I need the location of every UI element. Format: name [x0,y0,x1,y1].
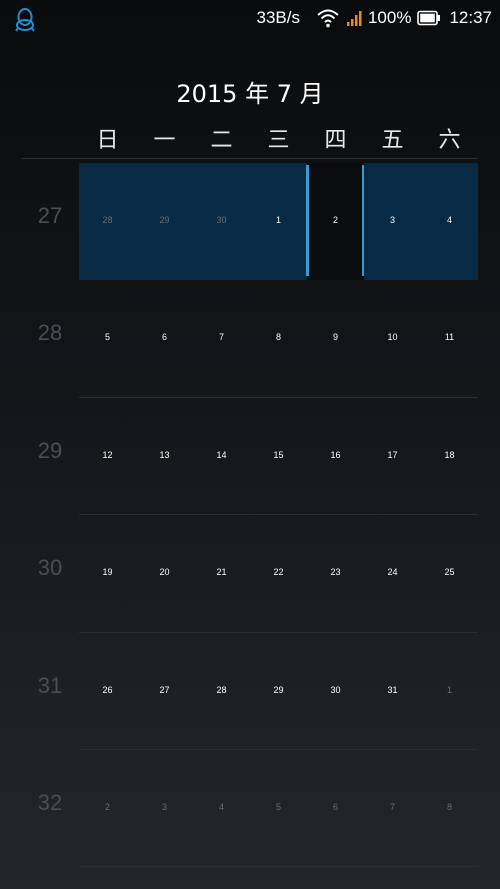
day-cell[interactable]: 3 [136,750,193,867]
weekday-label: 六 [438,128,461,153]
day-cell[interactable]: 15 [250,398,307,515]
day-cell[interactable]: 18 [421,398,478,515]
battery-icon [417,10,441,26]
day-cell[interactable]: 22 [250,515,307,632]
day-cell[interactable]: 29 [136,163,193,280]
weekday-label: 一 [153,128,176,153]
day-cell[interactable]: 30 [193,163,250,280]
week-number: 28 [37,320,63,346]
weekday-label: 日 [96,128,119,153]
signal-bars-icon [346,9,364,27]
week-number: 32 [37,789,63,815]
qq-penguin-icon [14,8,36,32]
calendar-grid: 27 28 29 30 1 2 3 4 28 5 6 7 8 9 10 11 29 12 13 14 15 16 17 18 3… [0,163,500,868]
day-cell[interactable]: 10 [364,280,421,397]
day-cell[interactable]: 14 [193,398,250,515]
week-number: 31 [37,672,63,698]
week-days: 28 29 30 1 2 3 4 [79,163,478,280]
weekday-label: 二 [210,128,233,153]
weekday-label: 四 [324,128,347,153]
day-cell[interactable]: 6 [307,750,364,867]
week-row: 32 2 3 4 5 6 7 8 [0,750,500,868]
day-cell[interactable]: 13 [136,398,193,515]
week-row: 28 5 6 7 8 9 10 11 [0,280,500,398]
day-cell[interactable]: 31 [364,633,421,750]
weekday-label: 三 [267,128,290,153]
day-cell[interactable]: 11 [421,280,478,397]
day-cell-today[interactable]: 2 [306,163,365,280]
day-cell[interactable]: 30 [307,633,364,750]
status-bar: 33B/s 100% 12:37 [0,0,500,36]
day-cell[interactable]: 20 [136,515,193,632]
week-days: 5 6 7 8 9 10 11 [79,280,478,397]
week-number: 30 [37,555,63,581]
day-cell[interactable]: 2 [79,750,136,867]
network-speed: 33B/s [256,8,300,27]
status-indicators: 33B/s 100% 12:37 [256,7,492,29]
week-days: 2345678 [79,750,478,867]
week-days: 12 13 14 15 16 17 18 [79,398,478,515]
clock-time: 12:37 [449,8,492,27]
month-title[interactable]: 2015 年 7 月 [0,74,500,109]
day-cell[interactable]: 8 [250,280,307,397]
day-cell[interactable]: 5 [79,280,136,397]
week-row: 30 19 20 21 22 23 24 25 [0,515,500,633]
row-divider [79,866,478,868]
day-cell[interactable]: 5 [250,750,307,867]
day-cell[interactable]: 7 [364,750,421,867]
week-number: 29 [37,437,63,463]
day-cell[interactable]: 3 [364,163,421,280]
day-cell[interactable]: 29 [250,633,307,750]
day-cell[interactable]: 28 [193,633,250,750]
day-cell[interactable]: 23 [307,515,364,632]
day-cell[interactable]: 16 [307,398,364,515]
day-cell[interactable]: 19 [79,515,136,632]
weekday-header: 日一二三四五六 [79,122,478,154]
day-cell[interactable]: 12 [79,398,136,515]
day-cell[interactable]: 24 [364,515,421,632]
day-cell[interactable]: 9 [307,280,364,397]
battery-percent: 100% [367,8,412,27]
day-cell[interactable]: 4 [193,750,250,867]
day-cell[interactable]: 26 [79,633,136,750]
day-cell[interactable]: 25 [421,515,478,632]
day-cell[interactable]: 17 [364,398,421,515]
week-days: 26 27 28 29 30 31 1 [79,633,478,750]
day-cell[interactable]: 4 [421,163,478,280]
wifi-icon [316,8,340,28]
week-row: 27 28 29 30 1 2 3 4 [0,163,500,280]
day-cell[interactable]: 21 [193,515,250,632]
week-row: 31 26 27 28 29 30 31 1 [0,633,500,750]
day-cell[interactable]: 1 [250,163,307,280]
day-cell[interactable]: 7 [193,280,250,397]
day-cell[interactable]: 1 [421,633,478,750]
header-divider [22,158,478,159]
day-cell[interactable]: 6 [136,280,193,397]
day-cell[interactable]: 8 [421,750,478,867]
day-cell[interactable]: 27 [136,633,193,750]
week-days: 19 20 21 22 23 24 25 [79,515,478,632]
day-cell[interactable]: 28 [79,163,136,280]
week-number: 27 [37,203,63,228]
week-row: 29 12 13 14 15 16 17 18 [0,398,500,516]
weekday-label: 五 [381,128,404,153]
